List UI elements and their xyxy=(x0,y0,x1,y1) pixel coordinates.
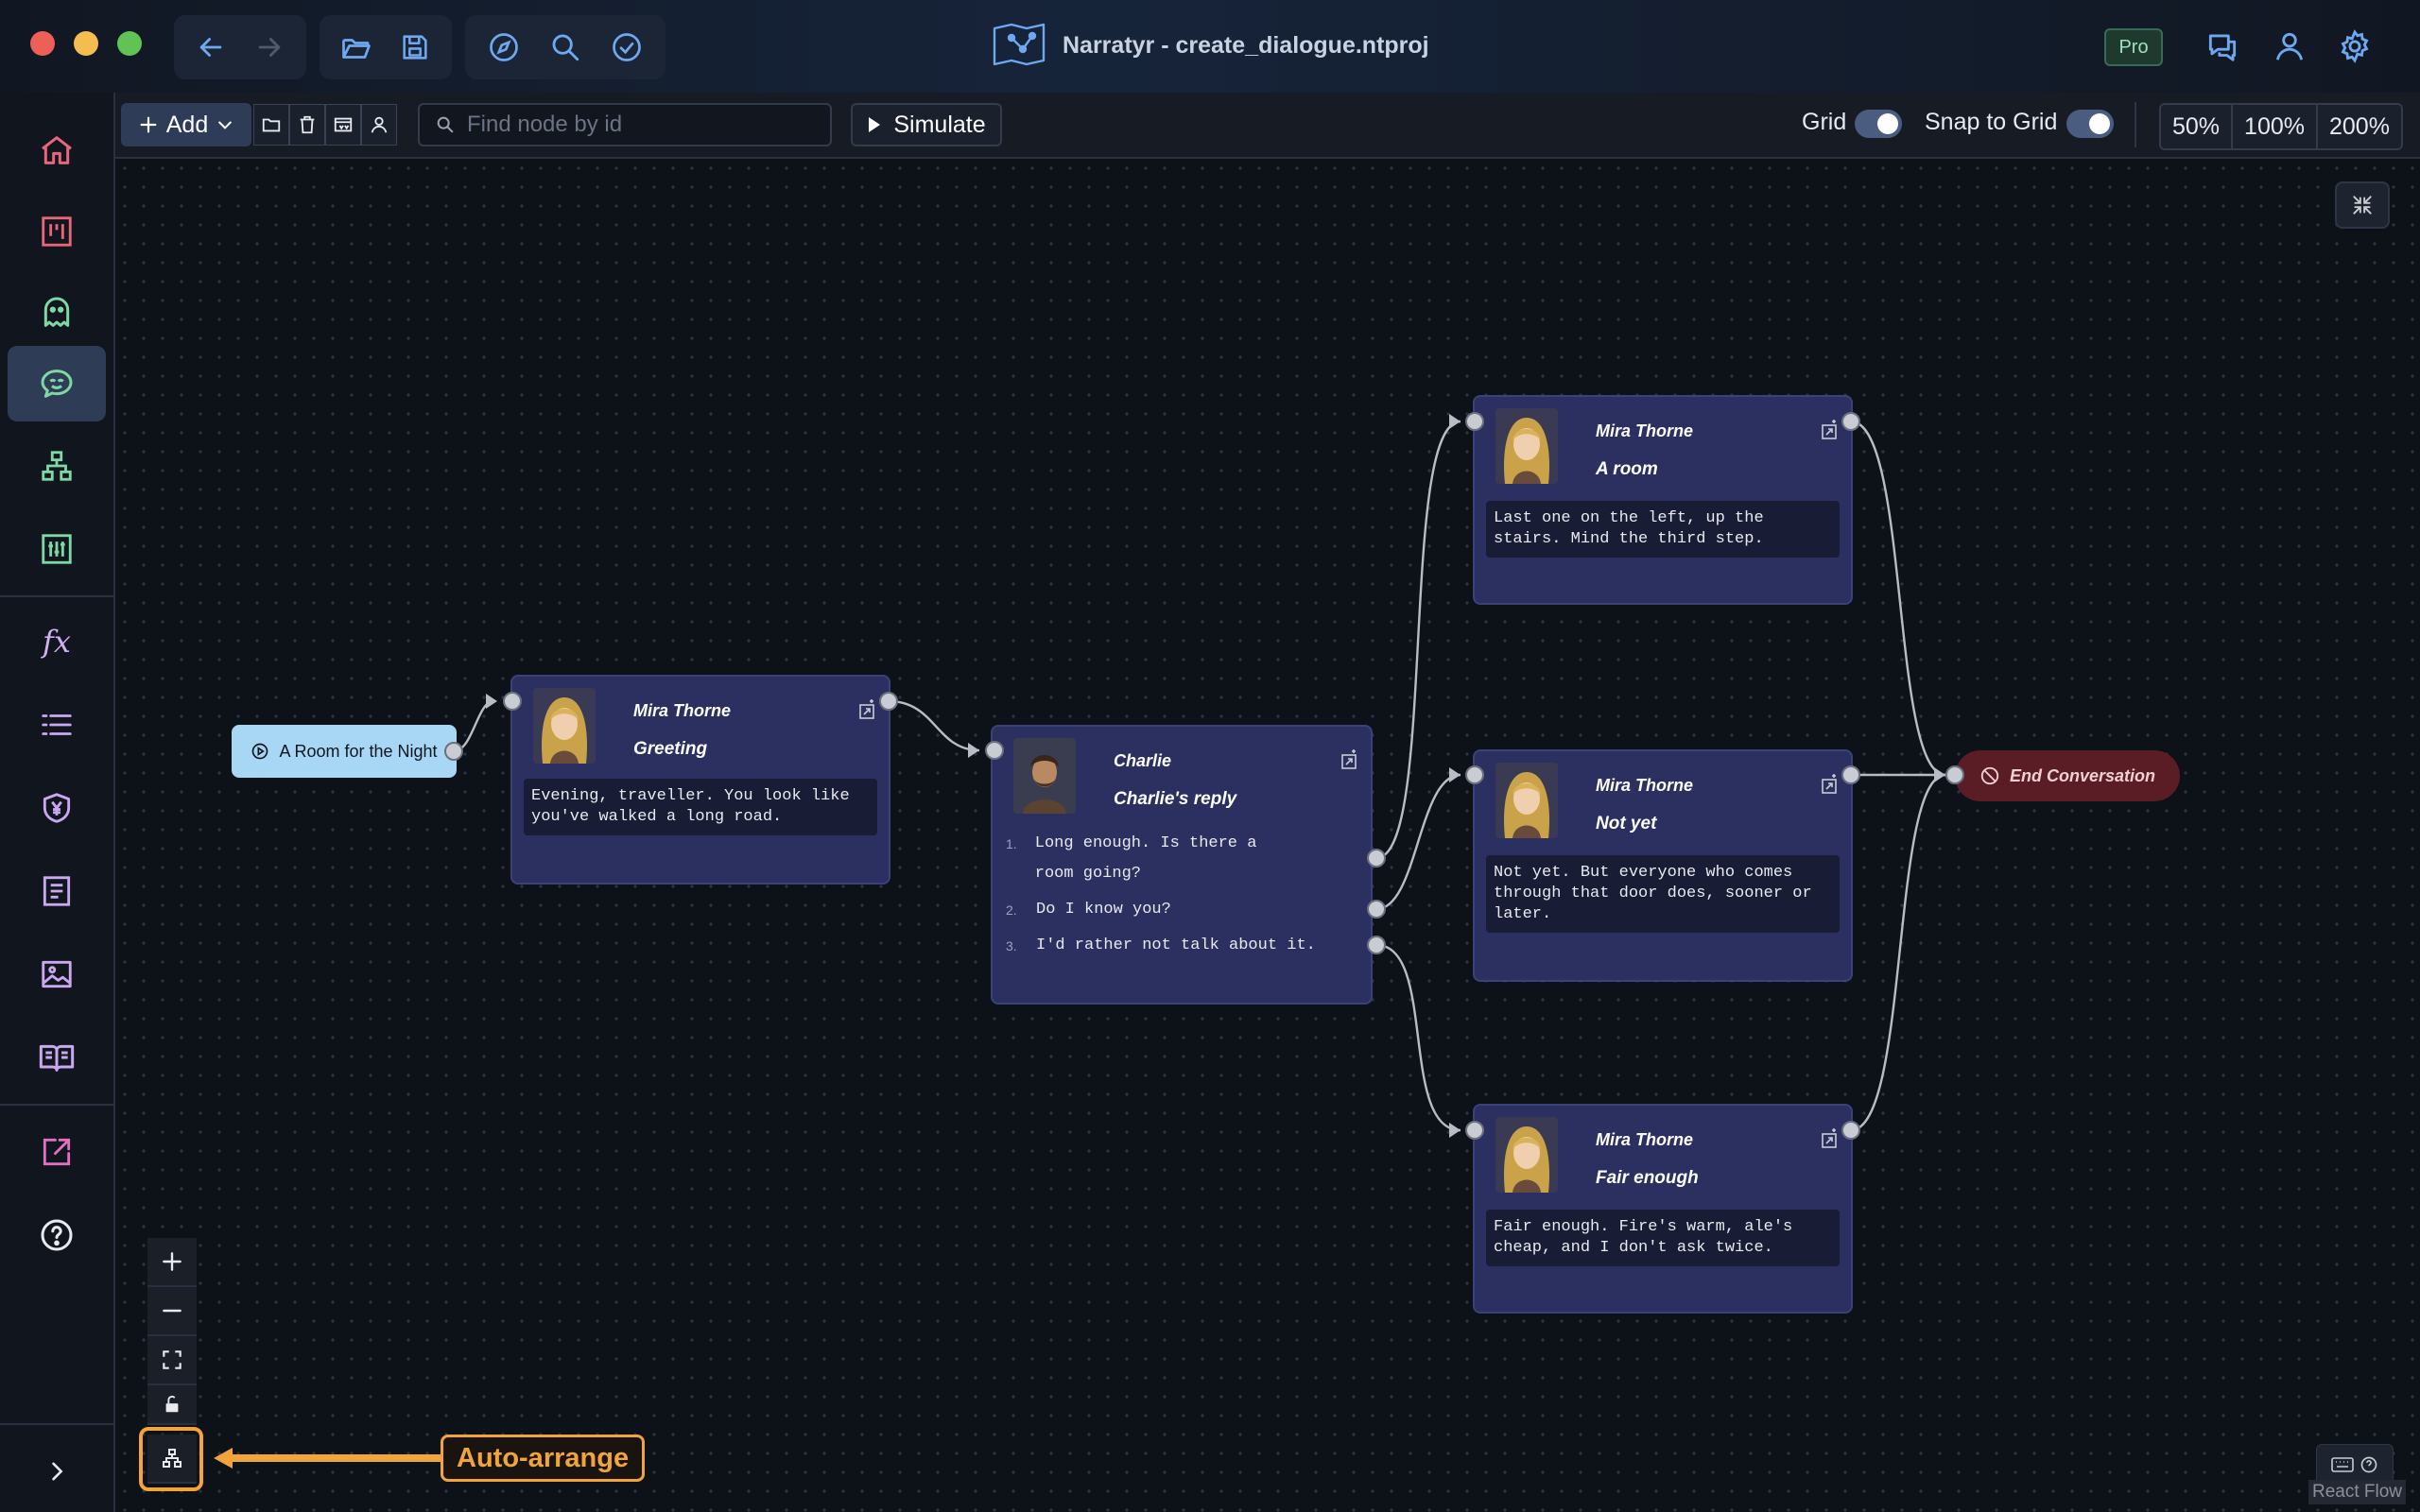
arrow-marker xyxy=(1934,767,1945,782)
choice-node-charlie-reply[interactable]: Charlie Charlie's reply 1. Long enough. … xyxy=(991,725,1373,1005)
edge-choice1-room xyxy=(1375,420,1461,860)
portrait-charlie-icon xyxy=(1013,738,1076,814)
choice-item[interactable]: 1. Long enough. Is there a room going? xyxy=(1006,829,1289,889)
avatar-mira-thorne xyxy=(1495,1117,1558,1193)
node-title: Fair enough xyxy=(1596,1168,1699,1188)
arrow-marker xyxy=(968,743,979,758)
node-title: Charlie's reply xyxy=(1114,789,1237,809)
fair-enough-input-handle[interactable] xyxy=(1465,1121,1484,1140)
greeting-output-handle[interactable] xyxy=(879,692,898,711)
edge-choice3-fair xyxy=(1375,943,1461,1132)
keyboard-icon xyxy=(2331,1457,2354,1472)
start-node[interactable]: A Room for the Night xyxy=(232,725,457,778)
avatar-mira-thorne xyxy=(1495,763,1558,838)
node-menu-button[interactable] xyxy=(1821,772,1840,799)
choice-item[interactable]: 2. Do I know you? xyxy=(1006,895,1171,925)
greeting-input-handle[interactable] xyxy=(503,692,522,711)
end-node-label: End Conversation xyxy=(2009,765,2156,785)
avatar-mira-thorne xyxy=(533,688,596,764)
node-dialogue-text: Evening, traveller. You look like you've… xyxy=(524,779,877,835)
node-title: A room xyxy=(1596,459,1658,479)
avatar-mira-thorne xyxy=(1495,408,1558,484)
zoom-out-button[interactable] xyxy=(147,1287,197,1336)
fit-view-toggle-button[interactable] xyxy=(2335,181,2390,229)
react-flow-attribution[interactable]: React Flow xyxy=(2308,1480,2407,1504)
plus-icon xyxy=(163,1252,182,1271)
node-dialogue-text: Last one on the left, up the stairs. Min… xyxy=(1486,501,1840,558)
node-speaker: Mira Thorne xyxy=(633,701,732,720)
arrow-marker xyxy=(1449,767,1461,782)
node-speaker: Mira Thorne xyxy=(1596,776,1694,795)
edge-room-end xyxy=(1850,420,1946,777)
dialogue-node-not-yet[interactable]: Mira Thorne Not yet Not yet. But everyon… xyxy=(1473,749,1853,982)
expand-corner-icon xyxy=(1341,749,1357,769)
edge-choice2-notyet xyxy=(1375,773,1461,911)
portrait-mira-icon xyxy=(533,688,596,764)
not-yet-output-handle[interactable] xyxy=(1841,765,1860,784)
fair-enough-output-handle[interactable] xyxy=(1841,1121,1860,1140)
node-menu-button[interactable] xyxy=(858,697,877,725)
choice-3-output-handle[interactable] xyxy=(1367,936,1386,954)
not-yet-input-handle[interactable] xyxy=(1465,765,1484,784)
portrait-mira-icon xyxy=(1495,1117,1558,1193)
minus-icon xyxy=(163,1309,182,1313)
auto-arrange-callout: Auto-arrange xyxy=(441,1435,646,1482)
expand-corner-icon xyxy=(1822,774,1837,794)
edge-greeting-reply xyxy=(888,699,980,752)
choice-number: 3. xyxy=(1006,938,1017,954)
expand-corner-icon xyxy=(1822,1128,1837,1148)
node-speaker: Charlie xyxy=(1114,751,1172,770)
auto-arrange-highlight xyxy=(139,1427,203,1491)
start-node-label: A Room for the Night xyxy=(279,741,438,761)
avatar-charlie xyxy=(1013,738,1076,814)
ban-icon xyxy=(1980,766,1999,785)
choice-text: I'd rather not talk about it. xyxy=(1036,936,1316,954)
choice-text: Do I know you? xyxy=(1036,901,1171,919)
node-dialogue-text: Fair enough. Fire's warm, ale's cheap, a… xyxy=(1486,1210,1840,1266)
node-speaker: Mira Thorne xyxy=(1596,421,1694,440)
choice-number: 1. xyxy=(1006,836,1017,851)
room-output-handle[interactable] xyxy=(1841,412,1860,431)
annotation-arrow xyxy=(214,1448,441,1469)
dialogue-node-greeting[interactable]: Mira Thorne Greeting Evening, traveller.… xyxy=(510,675,890,885)
reply-input-handle[interactable] xyxy=(985,741,1004,760)
dialogue-node-a-room[interactable]: Mira Thorne A room Last one on the left,… xyxy=(1473,395,1853,605)
choice-2-output-handle[interactable] xyxy=(1367,900,1386,919)
collapse-icon xyxy=(2353,196,2372,215)
expand-corner-icon xyxy=(1822,420,1837,439)
node-dialogue-text: Not yet. But everyone who comes through … xyxy=(1486,855,1840,933)
node-title: Greeting xyxy=(633,739,708,759)
arrow-marker xyxy=(1449,1123,1461,1138)
fit-view-button[interactable] xyxy=(147,1336,197,1385)
play-circle-icon xyxy=(252,743,268,760)
node-menu-button[interactable] xyxy=(1821,1126,1840,1154)
arrow-marker xyxy=(486,694,497,709)
choice-item[interactable]: 3. I'd rather not talk about it. xyxy=(1006,931,1316,961)
dialogue-node-fair-enough[interactable]: Mira Thorne Fair enough Fair enough. Fir… xyxy=(1473,1104,1853,1314)
node-menu-button[interactable] xyxy=(1340,747,1359,775)
choice-1-output-handle[interactable] xyxy=(1367,849,1386,868)
end-conversation-node[interactable]: End Conversation xyxy=(1955,750,2180,801)
portrait-mira-icon xyxy=(1495,408,1558,484)
choice-number: 2. xyxy=(1006,902,1017,918)
unlock-icon xyxy=(165,1395,179,1413)
choice-text: Long enough. Is there a room going? xyxy=(1034,834,1257,883)
node-speaker: Mira Thorne xyxy=(1596,1130,1694,1149)
edge-fair-end xyxy=(1850,773,1946,1132)
node-title: Not yet xyxy=(1596,814,1657,833)
start-node-output-handle[interactable] xyxy=(444,742,463,761)
portrait-mira-icon xyxy=(1495,763,1558,838)
expand-corner-icon xyxy=(859,699,874,719)
zoom-in-button[interactable] xyxy=(147,1238,197,1287)
arrow-marker xyxy=(1449,414,1461,429)
help-circle-icon xyxy=(2360,1456,2377,1473)
room-input-handle[interactable] xyxy=(1465,412,1484,431)
lock-toggle-button[interactable] xyxy=(147,1385,197,1425)
fullscreen-icon xyxy=(163,1350,182,1369)
end-input-handle[interactable] xyxy=(1945,765,1964,784)
node-menu-button[interactable] xyxy=(1821,418,1840,445)
